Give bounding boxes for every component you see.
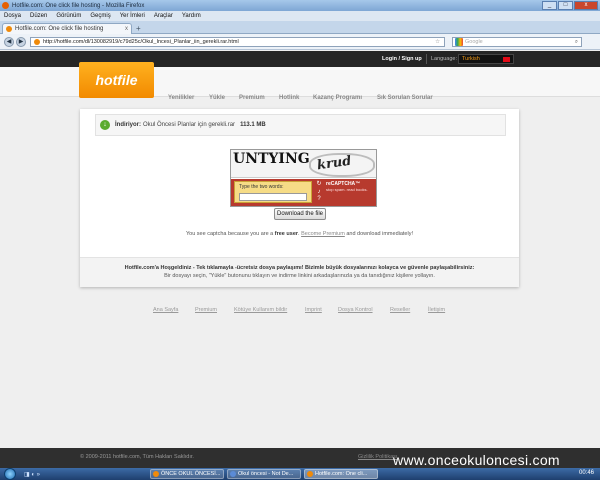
note-free-user: free user — [274, 231, 299, 237]
minimize-button[interactable]: _ — [542, 1, 557, 10]
captcha-note: You see captcha because you are a free u… — [80, 231, 519, 237]
menu-gecmis[interactable]: Geçmiş — [90, 13, 110, 19]
firefox-icon — [2, 2, 9, 9]
audio-icon[interactable]: ♪ — [318, 189, 321, 196]
taskbar-item-2-label: Okul öncesi - Not De... — [238, 471, 294, 477]
hotfile-logo[interactable]: hotfile — [79, 62, 154, 98]
tab-hotfile[interactable]: Hotfile.com: One click file hosting x — [2, 23, 132, 34]
clock: 00:46 — [578, 470, 594, 476]
reload-icon[interactable]: ↻ — [316, 181, 321, 188]
start-button[interactable] — [4, 468, 16, 480]
footer-abuse[interactable]: Kötüye Kullanım bildir — [234, 307, 287, 313]
window-titlebar: Hotfile.com: One click file hosting - Mo… — [0, 0, 600, 11]
footer-reseller[interactable]: Reseller — [390, 307, 410, 313]
taskbar-item-2[interactable]: Okul öncesi - Not De... — [227, 469, 301, 479]
tab-close-icon[interactable]: x — [125, 26, 128, 32]
forward-button[interactable]: ▶ — [16, 37, 26, 47]
privacy-link[interactable]: Gizlilik Politikası — [358, 454, 397, 460]
bookmark-star-icon[interactable]: ☆ — [435, 39, 440, 45]
menu-dosya[interactable]: Dosya — [4, 13, 21, 19]
window-title: Hotfile.com: One click file hosting - Mo… — [12, 2, 145, 9]
recaptcha-logo: reCAPTCHA™ stop spam. read books. — [326, 181, 374, 203]
address-bar[interactable]: http://hotfile.com/dl/130082919/c79d25c/… — [30, 37, 445, 47]
menu-araclar[interactable]: Araçlar — [154, 13, 173, 19]
taskbar-item-1-label: ÖNCE OKUL ÖNCESİ... — [161, 471, 221, 477]
file-size: 113.1 MB — [240, 122, 266, 128]
turkey-flag-icon — [503, 57, 510, 62]
taskbar-item-3-label: Hotfile.com: One cli... — [315, 471, 368, 477]
web-page: Login / Sign up Language: Turkish Yenili… — [0, 51, 600, 468]
note-part-2: . — [298, 231, 300, 237]
language-label: Language: — [431, 56, 457, 62]
firefox-task-icon-active — [307, 471, 313, 477]
footer-links: Ana Sayfa Premium Kötüye Kullanım bildir… — [0, 307, 600, 317]
download-info-bar: ↓ İndiriyor: Okul Öncesi Planlar için ge… — [95, 114, 506, 136]
firefox-task-icon — [153, 471, 159, 477]
copyright: © 2009-2011 hotfile.com, Tüm Hakları Sak… — [80, 454, 194, 460]
note-part-1: You see captcha because you are a — [185, 231, 274, 237]
window-controls: _ □ x — [541, 1, 598, 10]
become-premium-link[interactable]: Become Premium — [301, 231, 345, 237]
menu-bar: Dosya Düzen Görünüm Geçmiş Yer İmleri Ar… — [0, 11, 600, 21]
url-text: http://hotfile.com/dl/130082919/c79d25c/… — [43, 39, 239, 45]
captcha-icons: ↻ ♪ ? — [315, 181, 323, 203]
hotfile-favicon-icon — [6, 26, 12, 32]
site-favicon-icon — [34, 39, 40, 45]
nav-kazanc-programi[interactable]: Kazanç Programı — [313, 95, 362, 101]
nav-yukle[interactable]: Yükle — [209, 95, 225, 101]
menu-duzen[interactable]: Düzen — [30, 13, 47, 19]
captcha-image: UNTYING krud — [231, 150, 376, 178]
tab-bar: Hotfile.com: One click file hosting x + — [0, 21, 600, 34]
note-part-3: and download immediately! — [346, 231, 413, 237]
maximize-button[interactable]: □ — [558, 1, 573, 10]
menu-yardim[interactable]: Yardım — [182, 13, 201, 19]
download-arrow-icon: ↓ — [100, 120, 110, 130]
notepad-task-icon — [230, 471, 236, 477]
nav-premium[interactable]: Premium — [239, 95, 265, 101]
watermark: www.onceokuloncesi.com — [393, 452, 560, 468]
quick-launch-icons[interactable]: ◨ ◐ » — [24, 471, 40, 478]
captcha-word-1: UNTYING — [233, 151, 310, 167]
footer-dosya-kontrol[interactable]: Dosya Kontrol — [338, 307, 373, 313]
captcha-input[interactable] — [239, 193, 307, 201]
promo-line-2: Bir dosyayı seçin, "Yükle" butonunu tıkl… — [164, 273, 435, 279]
close-button[interactable]: x — [574, 1, 598, 10]
recaptcha-widget: UNTYING krud Type the two words: ↻ ♪ ? r… — [230, 149, 377, 207]
menu-gorunum[interactable]: Görünüm — [56, 13, 81, 19]
footer-iletisim[interactable]: İletişim — [428, 307, 445, 313]
recaptcha-tagline: stop spam. read books. — [326, 187, 368, 192]
search-placeholder: Google — [465, 39, 483, 45]
download-label: İndiriyor: — [115, 122, 142, 128]
taskbar-item-3[interactable]: Hotfile.com: One cli... — [304, 469, 378, 479]
google-icon — [455, 38, 463, 46]
taskbar-item-1[interactable]: ÖNCE OKUL ÖNCESİ... — [150, 469, 224, 479]
footer-premium[interactable]: Premium — [195, 307, 217, 313]
tab-title: Hotfile.com: One click file hosting — [15, 26, 104, 32]
file-name: Okul Öncesi Planlar için gerekli.rar — [143, 122, 236, 128]
captcha-controls: Type the two words: ↻ ♪ ? reCAPTCHA™ sto… — [231, 179, 376, 206]
nav-yenilikler[interactable]: Yenilikler — [168, 95, 194, 101]
help-icon[interactable]: ? — [317, 196, 320, 203]
captcha-input-area: Type the two words: — [234, 181, 312, 203]
language-select[interactable]: Turkish — [458, 54, 514, 64]
download-file-button[interactable]: Download the file — [274, 208, 326, 220]
site-bottom-bar: © 2009-2011 hotfile.com, Tüm Hakları Sak… — [0, 448, 600, 468]
language-value: Turkish — [462, 56, 480, 62]
download-panel: ↓ İndiriyor: Okul Öncesi Planlar için ge… — [80, 109, 519, 287]
search-bar[interactable]: Google ⌕ — [452, 37, 582, 47]
captcha-instruction: Type the two words: — [239, 184, 284, 190]
windows-taskbar: ◨ ◐ » ÖNCE OKUL ÖNCESİ... Okul öncesi - … — [0, 468, 600, 480]
welcome-promo: Hotfile.com'a Hoşgeldiniz - Tek tıklamay… — [80, 257, 519, 287]
back-button[interactable]: ◀ — [4, 37, 14, 47]
menu-yer-imleri[interactable]: Yer İmleri — [120, 13, 145, 19]
nav-sss[interactable]: Sık Sorulan Sorular — [377, 95, 433, 101]
promo-line-1: Hotfile.com'a Hoşgeldiniz - Tek tıklamay… — [124, 265, 475, 271]
footer-ana-sayfa[interactable]: Ana Sayfa — [153, 307, 178, 313]
nav-hotlink[interactable]: Hotlink — [279, 95, 299, 101]
navigation-bar: ◀ ▶ http://hotfile.com/dl/130082919/c79d… — [0, 34, 600, 50]
footer-imprint[interactable]: Imprint — [305, 307, 322, 313]
search-icon[interactable]: ⌕ — [575, 39, 578, 46]
login-signup-link[interactable]: Login / Sign up — [378, 54, 427, 64]
new-tab-button[interactable]: + — [136, 24, 141, 33]
